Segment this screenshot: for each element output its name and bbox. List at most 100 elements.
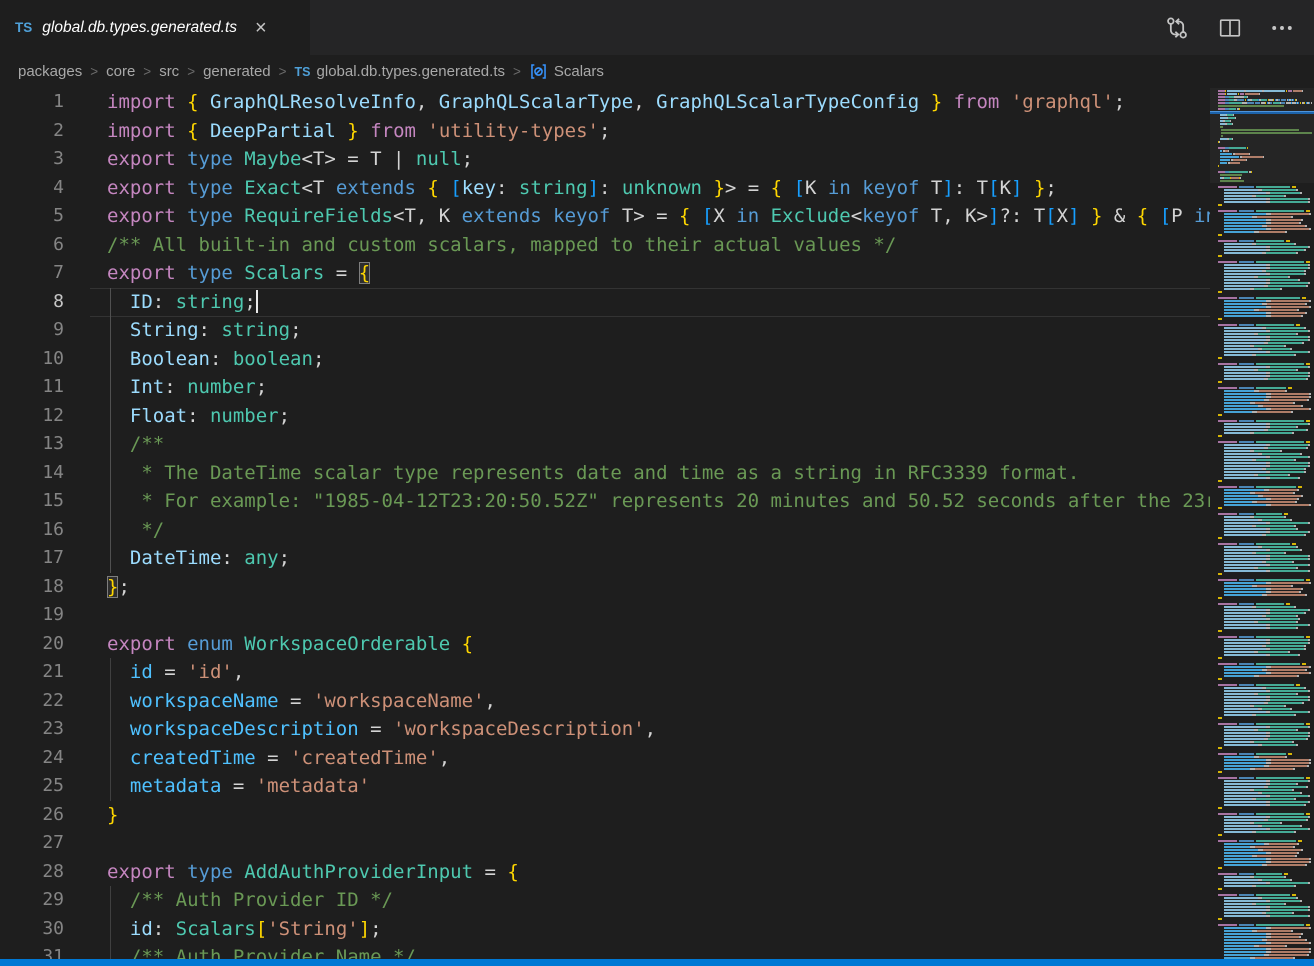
line-number[interactable]: 9 bbox=[0, 316, 64, 345]
gutter[interactable]: 1234567891011121314151617181920212223242… bbox=[0, 88, 64, 966]
minimap-row bbox=[1218, 552, 1312, 554]
line-number[interactable]: 3 bbox=[0, 145, 64, 174]
minimap-row bbox=[1218, 282, 1312, 284]
line-number[interactable]: 15 bbox=[0, 487, 64, 516]
code-line bbox=[107, 601, 1210, 630]
split-editor-icon[interactable] bbox=[1218, 16, 1242, 40]
minimap-row bbox=[1218, 234, 1312, 236]
status-bar-sliver bbox=[0, 959, 1314, 966]
minimap-row bbox=[1218, 897, 1312, 899]
more-actions-icon[interactable] bbox=[1270, 16, 1294, 40]
code-editor[interactable]: 1234567891011121314151617181920212223242… bbox=[0, 88, 1210, 966]
minimap-row bbox=[1218, 114, 1312, 116]
minimap-row bbox=[1218, 894, 1312, 896]
minimap-row bbox=[1218, 192, 1312, 194]
minimap-row bbox=[1218, 903, 1312, 905]
minimap-row bbox=[1218, 807, 1312, 809]
line-number[interactable]: 28 bbox=[0, 858, 64, 887]
minimap-row bbox=[1218, 822, 1312, 824]
line-number[interactable]: 8 bbox=[0, 288, 64, 317]
minimap-row bbox=[1218, 306, 1312, 308]
line-number[interactable]: 27 bbox=[0, 829, 64, 858]
line-number[interactable]: 5 bbox=[0, 202, 64, 231]
minimap-row bbox=[1218, 222, 1312, 224]
tab-global-db-types-generated[interactable]: TS global.db.types.generated.ts × bbox=[0, 0, 310, 55]
line-number[interactable]: 30 bbox=[0, 915, 64, 944]
minimap-row bbox=[1218, 438, 1312, 440]
minimap-row bbox=[1218, 918, 1312, 920]
minimap-row bbox=[1218, 726, 1312, 728]
breadcrumb-src[interactable]: src bbox=[159, 63, 179, 80]
line-number[interactable]: 23 bbox=[0, 715, 64, 744]
line-number[interactable]: 2 bbox=[0, 117, 64, 146]
line-number[interactable]: 16 bbox=[0, 516, 64, 545]
minimap-row bbox=[1218, 507, 1312, 509]
minimap-row bbox=[1218, 213, 1312, 215]
line-number[interactable]: 10 bbox=[0, 345, 64, 374]
line-number[interactable]: 21 bbox=[0, 658, 64, 687]
minimap-row bbox=[1218, 321, 1312, 323]
line-number[interactable]: 18 bbox=[0, 573, 64, 602]
minimap[interactable] bbox=[1210, 88, 1314, 959]
minimap-row bbox=[1218, 780, 1312, 782]
minimap-row bbox=[1218, 378, 1312, 380]
line-number[interactable]: 4 bbox=[0, 174, 64, 203]
breadcrumb-symbol-scalars[interactable]: Scalars bbox=[529, 62, 604, 81]
minimap-row bbox=[1218, 390, 1312, 392]
code-line: id = 'id', bbox=[107, 658, 1210, 687]
minimap-row bbox=[1218, 891, 1312, 893]
minimap-row bbox=[1218, 399, 1312, 401]
line-number[interactable]: 22 bbox=[0, 687, 64, 716]
minimap-row bbox=[1218, 816, 1312, 818]
minimap-row bbox=[1218, 156, 1312, 158]
breadcrumb-generated[interactable]: generated bbox=[203, 63, 271, 80]
code-line: import { GraphQLResolveInfo, GraphQLScal… bbox=[107, 88, 1210, 117]
line-number[interactable]: 26 bbox=[0, 801, 64, 830]
close-icon[interactable]: × bbox=[255, 18, 267, 38]
minimap-row bbox=[1218, 396, 1312, 398]
chevron-right-icon: > bbox=[187, 64, 195, 79]
minimap-row bbox=[1218, 672, 1312, 674]
breadcrumb-core[interactable]: core bbox=[106, 63, 135, 80]
line-number[interactable]: 1 bbox=[0, 88, 64, 117]
minimap-row bbox=[1218, 471, 1312, 473]
line-number[interactable]: 25 bbox=[0, 772, 64, 801]
minimap-row bbox=[1218, 393, 1312, 395]
compare-changes-icon[interactable] bbox=[1164, 15, 1190, 41]
minimap-row bbox=[1218, 804, 1312, 806]
minimap-row bbox=[1218, 267, 1312, 269]
line-number[interactable]: 19 bbox=[0, 601, 64, 630]
breadcrumb-label: global.db.types.generated.ts bbox=[317, 63, 505, 80]
line-number[interactable]: 17 bbox=[0, 544, 64, 573]
minimap-row bbox=[1218, 933, 1312, 935]
breadcrumb-label: generated bbox=[203, 63, 271, 80]
tab-title: global.db.types.generated.ts bbox=[42, 19, 237, 37]
minimap-row bbox=[1218, 882, 1312, 884]
minimap-row bbox=[1218, 108, 1312, 110]
minimap-row bbox=[1218, 546, 1312, 548]
minimap-row bbox=[1218, 633, 1312, 635]
code-lines[interactable]: import { GraphQLResolveInfo, GraphQLScal… bbox=[107, 88, 1210, 966]
minimap-row bbox=[1218, 840, 1312, 842]
minimap-row bbox=[1218, 915, 1312, 917]
line-number[interactable]: 24 bbox=[0, 744, 64, 773]
line-number[interactable]: 29 bbox=[0, 886, 64, 915]
line-number[interactable]: 11 bbox=[0, 373, 64, 402]
minimap-row bbox=[1218, 861, 1312, 863]
minimap-row bbox=[1218, 510, 1312, 512]
minimap-row bbox=[1218, 669, 1312, 671]
line-number[interactable]: 7 bbox=[0, 259, 64, 288]
minimap-row bbox=[1218, 765, 1312, 767]
line-number[interactable]: 13 bbox=[0, 430, 64, 459]
line-number[interactable]: 14 bbox=[0, 459, 64, 488]
chevron-right-icon: > bbox=[279, 64, 287, 79]
minimap-row bbox=[1218, 369, 1312, 371]
minimap-row bbox=[1218, 360, 1312, 362]
line-number[interactable]: 12 bbox=[0, 402, 64, 431]
line-number[interactable]: 20 bbox=[0, 630, 64, 659]
breadcrumb-file[interactable]: TS global.db.types.generated.ts bbox=[295, 63, 505, 80]
breadcrumb-packages[interactable]: packages bbox=[18, 63, 82, 80]
minimap-row bbox=[1218, 264, 1312, 266]
minimap-row bbox=[1218, 912, 1312, 914]
line-number[interactable]: 6 bbox=[0, 231, 64, 260]
